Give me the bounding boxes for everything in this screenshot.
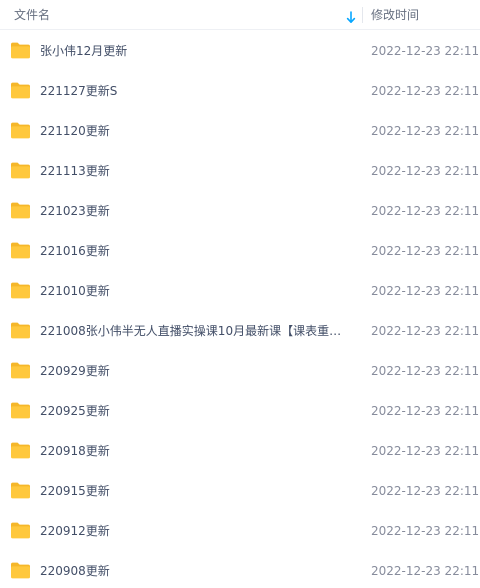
- folder-icon: [10, 42, 31, 59]
- file-row[interactable]: 220915更新 2022-12-23 22:11: [0, 471, 480, 511]
- file-modified-date: 2022-12-23 22:11: [371, 524, 480, 538]
- file-row[interactable]: 221120更新 2022-12-23 22:11: [0, 111, 480, 151]
- folder-icon: [10, 202, 31, 219]
- file-modified-date: 2022-12-23 22:11: [371, 164, 480, 178]
- folder-icon: [10, 362, 31, 379]
- file-name[interactable]: 221016更新: [40, 243, 350, 259]
- arrow-down-icon[interactable]: [346, 9, 356, 23]
- file-name[interactable]: 张小伟12月更新: [40, 43, 350, 59]
- file-row[interactable]: 张小伟12月更新 2022-12-23 22:11: [0, 31, 480, 71]
- file-modified-date: 2022-12-23 22:11: [371, 564, 480, 578]
- file-row[interactable]: 221113更新 2022-12-23 22:11: [0, 151, 480, 191]
- file-modified-date: 2022-12-23 22:11: [371, 124, 480, 138]
- folder-icon: [10, 562, 31, 579]
- file-row[interactable]: 221023更新 2022-12-23 22:11: [0, 191, 480, 231]
- file-name[interactable]: 221008张小伟半无人直播实操课10月最新课【课表重新…: [40, 323, 350, 339]
- file-name[interactable]: 220929更新: [40, 363, 350, 379]
- folder-icon: [10, 162, 31, 179]
- file-modified-date: 2022-12-23 22:11: [371, 324, 480, 338]
- folder-icon: [10, 282, 31, 299]
- folder-icon: [10, 322, 31, 339]
- name-column-header[interactable]: 文件名: [0, 0, 362, 30]
- file-list: 文件名 修改时间 张小伟12月更新 2022-12-23 22:11 22112…: [0, 0, 480, 588]
- file-name[interactable]: 220925更新: [40, 403, 350, 419]
- file-name[interactable]: 220915更新: [40, 483, 350, 499]
- file-modified-date: 2022-12-23 22:11: [371, 444, 480, 458]
- modified-column-header[interactable]: 修改时间: [363, 0, 480, 30]
- file-modified-date: 2022-12-23 22:11: [371, 244, 480, 258]
- file-name[interactable]: 220908更新: [40, 563, 350, 579]
- file-modified-date: 2022-12-23 22:11: [371, 484, 480, 498]
- file-modified-date: 2022-12-23 22:11: [371, 84, 480, 98]
- file-modified-date: 2022-12-23 22:11: [371, 404, 480, 418]
- folder-icon: [10, 482, 31, 499]
- file-modified-date: 2022-12-23 22:11: [371, 284, 480, 298]
- folder-icon: [10, 122, 31, 139]
- name-column-label: 文件名: [14, 8, 51, 22]
- file-row[interactable]: 220918更新 2022-12-23 22:11: [0, 431, 480, 471]
- file-name[interactable]: 221113更新: [40, 163, 350, 179]
- file-row[interactable]: 220908更新 2022-12-23 22:11: [0, 551, 480, 588]
- file-name[interactable]: 221120更新: [40, 123, 350, 139]
- file-row[interactable]: 221008张小伟半无人直播实操课10月最新课【课表重新… 2022-12-23…: [0, 311, 480, 351]
- file-row[interactable]: 221127更新S 2022-12-23 22:11: [0, 71, 480, 111]
- file-row[interactable]: 220925更新 2022-12-23 22:11: [0, 391, 480, 431]
- folder-icon: [10, 442, 31, 459]
- folder-icon: [10, 522, 31, 539]
- file-modified-date: 2022-12-23 22:11: [371, 364, 480, 378]
- file-modified-date: 2022-12-23 22:11: [371, 44, 480, 58]
- folder-icon: [10, 82, 31, 99]
- modified-column-label: 修改时间: [371, 8, 420, 22]
- file-row[interactable]: 220929更新 2022-12-23 22:11: [0, 351, 480, 391]
- file-name[interactable]: 220918更新: [40, 443, 350, 459]
- file-rows: 张小伟12月更新 2022-12-23 22:11 221127更新S 2022…: [0, 31, 480, 588]
- file-name[interactable]: 220912更新: [40, 523, 350, 539]
- file-name[interactable]: 221023更新: [40, 203, 350, 219]
- list-header: 文件名 修改时间: [0, 0, 480, 30]
- file-modified-date: 2022-12-23 22:11: [371, 204, 480, 218]
- file-row[interactable]: 220912更新 2022-12-23 22:11: [0, 511, 480, 551]
- file-name[interactable]: 221010更新: [40, 283, 350, 299]
- file-row[interactable]: 221016更新 2022-12-23 22:11: [0, 231, 480, 271]
- folder-icon: [10, 242, 31, 259]
- folder-icon: [10, 402, 31, 419]
- file-row[interactable]: 221010更新 2022-12-23 22:11: [0, 271, 480, 311]
- file-name[interactable]: 221127更新S: [40, 83, 350, 99]
